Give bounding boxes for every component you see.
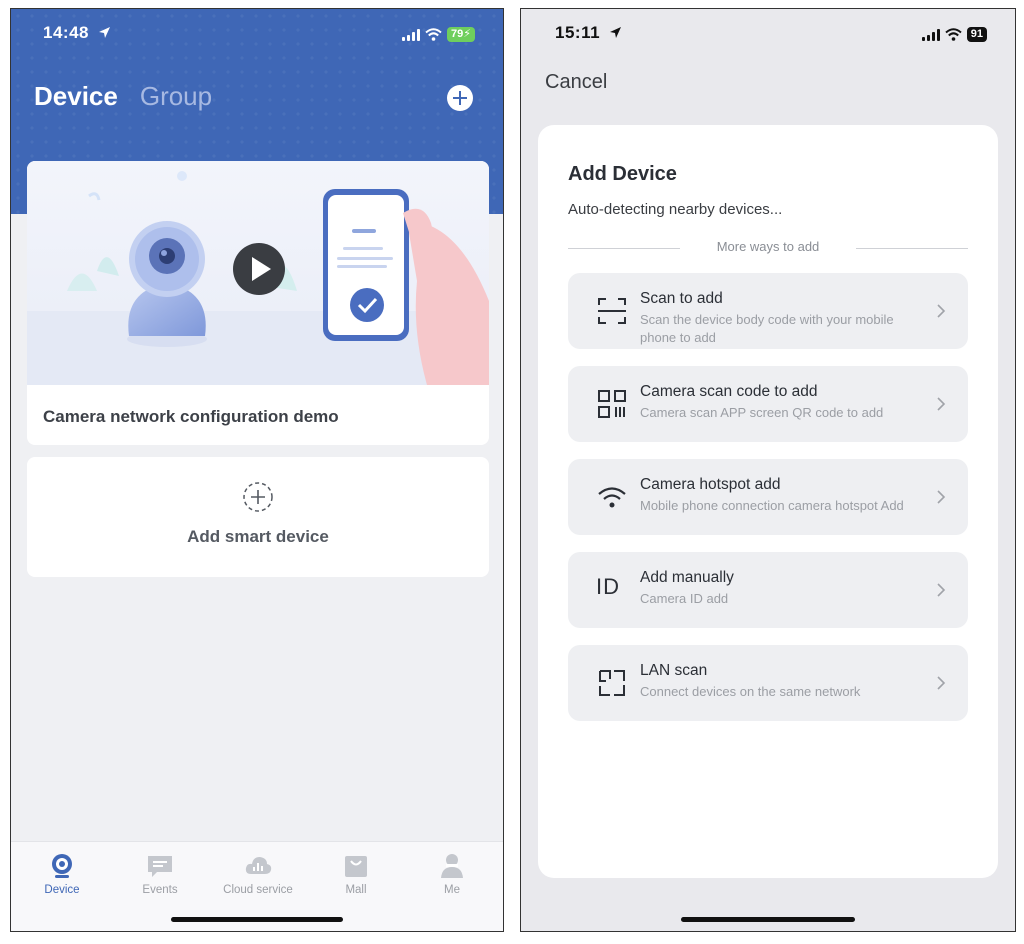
add-device-button[interactable] (447, 85, 473, 111)
add-smart-device-label: Add smart device (187, 527, 329, 546)
battery-indicator: 79⚡ (447, 27, 475, 42)
status-icons: 91 (921, 27, 987, 42)
status-time-wrap: 14:48 (43, 23, 111, 43)
battery-level: 79 (451, 28, 464, 40)
chevron-right-icon (937, 304, 946, 318)
tabbar-item-events[interactable]: Events (111, 852, 209, 896)
tabbar-label: Device (44, 884, 80, 896)
status-icons: 79⚡ (402, 27, 475, 42)
status-time: 15:11 (555, 23, 601, 42)
option-title: LAN scan (640, 662, 708, 679)
status-time-wrap: 15:11 (555, 23, 622, 43)
demo-card-title: Camera network configuration demo (43, 407, 339, 426)
cloud-icon (245, 857, 272, 874)
battery-level: 91 (970, 28, 983, 40)
status-bar: 14:48 79⚡ (11, 23, 503, 49)
option-add-manually[interactable]: ID Add manually Camera ID add (568, 552, 968, 628)
wifi-status-icon (425, 28, 442, 41)
status-time: 14:48 (43, 23, 89, 42)
option-lan-scan[interactable]: LAN scan Connect devices on the same net… (568, 645, 968, 721)
cancel-button[interactable]: Cancel (545, 71, 607, 94)
chevron-right-icon (937, 397, 946, 411)
tabbar-item-mall[interactable]: Mall (307, 852, 405, 896)
status-bar: 15:11 91 (521, 23, 1015, 49)
battery-indicator: 91 (966, 27, 987, 42)
option-title: Camera scan code to add (640, 383, 818, 400)
more-ways-divider: More ways to add (568, 239, 968, 257)
option-title: Scan to add (640, 290, 723, 307)
option-camera-hotspot[interactable]: Camera hotspot add Mobile phone connecti… (568, 459, 968, 535)
tabbar-label: Me (444, 884, 460, 896)
option-scan-to-add[interactable]: Scan to add Scan the device body code wi… (568, 273, 968, 349)
tabbar-item-me[interactable]: Me (403, 852, 501, 896)
message-icon (148, 856, 172, 877)
tabbar-label: Events (142, 884, 178, 896)
chevron-right-icon (937, 676, 946, 690)
option-desc: Camera scan APP screen QR code to add (640, 405, 884, 420)
camera-demo-illustration (27, 161, 489, 385)
option-title: Add manually (640, 569, 734, 586)
location-arrow-icon (99, 27, 111, 38)
lan-scan-icon (599, 670, 625, 696)
add-device-sheet: Add Device Auto-detecting nearby devices… (538, 125, 998, 878)
camera-icon (52, 854, 72, 878)
signal-icon (402, 28, 421, 41)
tabbar-label: Mall (345, 884, 367, 896)
id-icon: ID (596, 574, 620, 599)
tab-device[interactable]: Device (34, 81, 118, 112)
option-desc: Scan the device body code with your mobi… (640, 312, 894, 345)
option-camera-scan-code[interactable]: Camera scan code to add Camera scan APP … (568, 366, 968, 442)
signal-icon (921, 28, 940, 41)
chevron-right-icon (937, 583, 946, 597)
tabbar-label: Cloud service (223, 884, 293, 896)
demo-video-card[interactable]: Camera network configuration demo (27, 161, 489, 445)
home-indicator[interactable] (681, 917, 855, 922)
location-arrow-icon (610, 27, 622, 38)
home-indicator[interactable] (171, 917, 343, 922)
wifi-status-icon (945, 28, 962, 41)
scan-frame-icon (598, 298, 626, 324)
wifi-icon (598, 487, 626, 508)
tabbar-item-device[interactable]: Device (13, 852, 111, 896)
add-smart-device-card[interactable]: Add smart device (27, 457, 489, 577)
tabbar-item-cloud-service[interactable]: Cloud service (209, 852, 307, 896)
tab-group[interactable]: Group (140, 81, 212, 112)
option-title: Camera hotspot add (640, 476, 781, 493)
divider-text: More ways to add (716, 239, 820, 254)
option-desc: Mobile phone connection camera hotspot A… (640, 498, 904, 513)
option-desc: Camera ID add (640, 591, 729, 606)
option-desc: Connect devices on the same network (640, 684, 861, 699)
dashed-plus-icon (243, 482, 273, 512)
auto-detect-status: Auto-detecting nearby devices... (568, 201, 783, 218)
top-tabs: Device Group (34, 81, 212, 112)
add-device-screen: 15:11 91 Cancel Add Device Auto-detectin… (520, 8, 1016, 932)
bag-icon (345, 856, 367, 877)
chevron-right-icon (937, 490, 946, 504)
sheet-title: Add Device (568, 163, 677, 185)
user-icon (441, 854, 463, 878)
qr-code-icon (598, 390, 626, 418)
device-list-screen: 14:48 79⚡ Device Group Camera network co… (10, 8, 504, 932)
